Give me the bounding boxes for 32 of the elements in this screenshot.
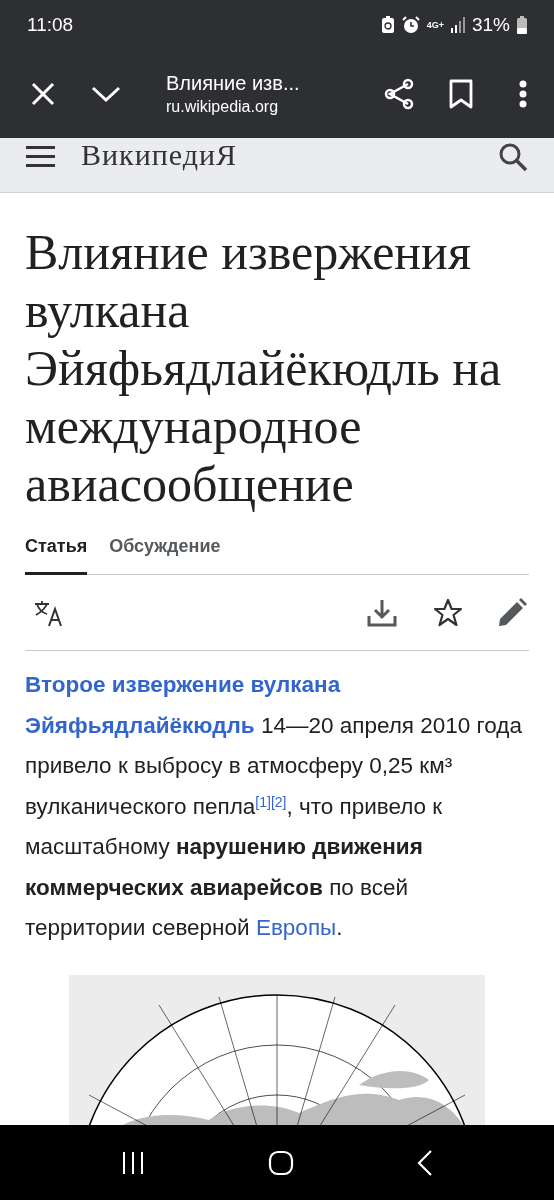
- menu-icon[interactable]: [26, 146, 55, 168]
- article-link[interactable]: Второе извержение вулкана: [25, 672, 341, 697]
- battery-saver-icon: [380, 16, 395, 34]
- share-icon: [384, 78, 414, 110]
- article-title: Влияние извержения вулкана Эйяфьядлайёкюдль на международное авиасообщение: [25, 223, 503, 513]
- tab[interactable]: Статья: [25, 533, 88, 575]
- download-icon[interactable]: [367, 597, 397, 628]
- edit-icon[interactable]: [497, 597, 527, 628]
- home-icon[interactable]: [268, 1149, 294, 1176]
- bookmark-icon: [449, 79, 473, 109]
- star-icon[interactable]: [433, 597, 463, 628]
- article-link[interactable]: Эйяфьядлайёкюдль: [25, 712, 255, 738]
- close-icon: [31, 82, 55, 106]
- battery-icon: [517, 16, 527, 34]
- reference-link[interactable]: [1]: [255, 793, 271, 810]
- search-icon[interactable]: [498, 142, 528, 172]
- network-type: 4G+: [426, 20, 444, 30]
- signal-icon: [450, 17, 465, 33]
- article-paragraph: Второе извержение вулкана Эйяфьядлайёкюдль 14—20 апреля 2010 года привело к выбросу в атмосферу 0,25 км³ вулканического пепла$^{[1]}$$^{[2]}$, что привело к масштабному нарушению движения коммерческих авиарейсов по всей территории северной Европы.: [25, 671, 523, 942]
- article-link[interactable]: Европы: [255, 915, 337, 940]
- back-icon[interactable]: [416, 1149, 433, 1176]
- page-url: ru.wikipedia.org: [166, 99, 280, 115]
- alarm-icon: [401, 16, 420, 34]
- page-title: Влияние изв...: [166, 73, 301, 93]
- wikipedia-logo[interactable]: ВикипедиЯ: [81, 131, 237, 177]
- recent-apps-icon[interactable]: [121, 1150, 146, 1175]
- more-icon: [519, 80, 527, 108]
- chevron-down-icon: [91, 85, 121, 103]
- tab[interactable]: Обсуждение: [109, 533, 221, 575]
- battery-percent: 31%: [471, 12, 510, 37]
- status-time: 11:08: [27, 12, 74, 37]
- reference-link[interactable]: [2]: [270, 793, 287, 810]
